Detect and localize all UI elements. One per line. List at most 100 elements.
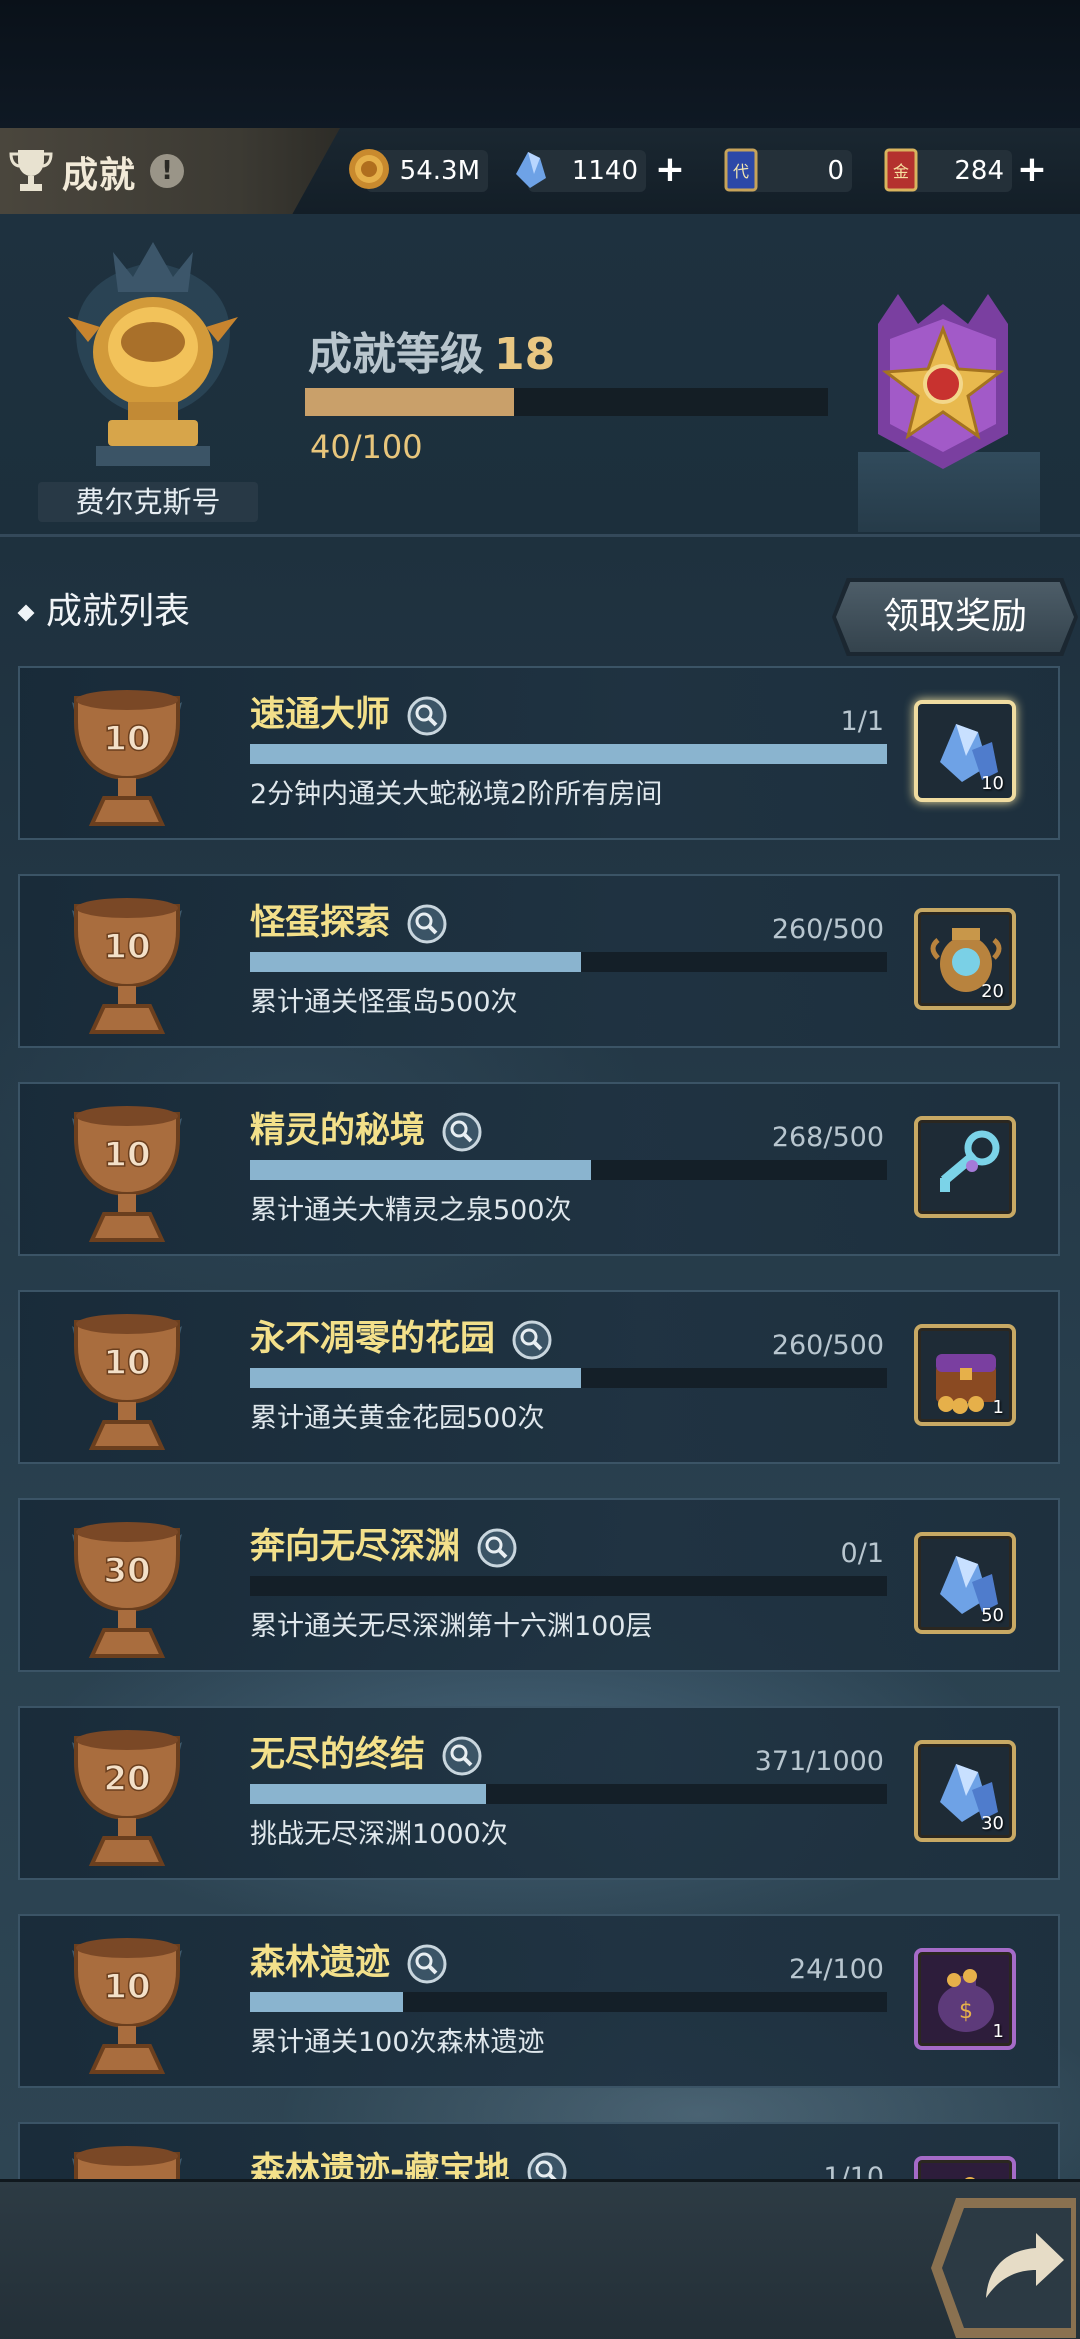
achievement-description: 2分钟内通关大蛇秘境2阶所有房间 (250, 779, 663, 810)
currency-gold: 54.3M (349, 149, 488, 192)
reward-quantity: 10 (981, 773, 1004, 794)
currency-crystal: 1140 (516, 150, 646, 192)
svg-text:10: 10 (103, 1135, 150, 1175)
magnifier-icon[interactable] (406, 695, 448, 737)
achievement-progress-bar (250, 952, 887, 972)
achievement-name-text: 精灵的秘境 (250, 1111, 426, 1151)
red-ticket-amount: 284 (954, 156, 1004, 186)
achievement-name: 森林遗迹 (250, 1934, 448, 1985)
magnifier-icon[interactable] (441, 1111, 483, 1153)
info-icon[interactable]: ! (150, 154, 184, 188)
crystal-amount: 1140 (571, 156, 638, 186)
achievement-card[interactable]: 10 永不凋零的花园 260/500 累计通关黄金花园500次 1 (18, 1290, 1060, 1464)
blue-ticket-icon: 代 (724, 148, 758, 192)
achievement-description: 累计通关100次森林遗迹 (250, 2027, 545, 2058)
achievement-card[interactable]: 30 奔向无尽深渊 0/1 累计通关无尽深渊第十六渊100层 50 (18, 1498, 1060, 1672)
reward-item[interactable]: 10 (914, 700, 1016, 802)
achievement-name: 奔向无尽深渊 (250, 1518, 518, 1569)
achievement-progress-bar (250, 1784, 887, 1804)
achievement-progress-fill (250, 1784, 487, 1804)
achievement-name-text: 无尽的终结 (250, 1735, 426, 1775)
magnifier-icon[interactable] (406, 1943, 448, 1985)
bronze-cup-icon: 10 (72, 1106, 182, 1242)
level-progress-text: 40/100 (310, 428, 423, 466)
level-number: 18 (494, 329, 556, 380)
achievement-name-text: 森林遗迹 (250, 1943, 391, 1983)
achievement-card[interactable]: 10 速通大师 1/1 2分钟内通关大蛇秘境2阶所有房间 10 (18, 666, 1060, 840)
reward-item[interactable]: 50 (914, 1532, 1016, 1634)
add-red-ticket-button[interactable]: + (1016, 152, 1048, 188)
magnifier-icon[interactable] (476, 1527, 518, 1569)
achievement-name: 速通大师 (250, 686, 448, 737)
svg-text:10: 10 (103, 927, 150, 967)
achievement-name-text: 奔向无尽深渊 (250, 1527, 461, 1567)
achievement-card[interactable]: 10 森林遗迹 24/100 累计通关100次森林遗迹 $ 1 (18, 1914, 1060, 2088)
achievement-card[interactable]: 10 怪蛋探索 260/500 累计通关怪蛋岛500次 20 (18, 874, 1060, 1048)
magnifier-icon[interactable] (406, 903, 448, 945)
gold-coin-icon (349, 149, 389, 189)
list-title-text: 成就列表 (46, 591, 191, 632)
achievement-progress-bar (250, 744, 887, 764)
achievement-count: 0/1 (840, 1538, 884, 1569)
achievement-count: 1/1 (840, 706, 884, 737)
magnifier-icon[interactable] (511, 1319, 553, 1361)
achievement-card[interactable]: 20 无尽的终结 371/1000 挑战无尽深渊1000次 30 (18, 1706, 1060, 1880)
back-arrow-button[interactable] (926, 2188, 1076, 2338)
achievement-description: 累计通关无尽深渊第十六渊100层 (250, 1611, 653, 1642)
claim-rewards-button[interactable]: 领取奖励 (836, 582, 1074, 652)
status-area (0, 0, 1080, 128)
achievement-progress-fill (250, 1368, 582, 1388)
reward-item[interactable]: 30 (914, 1740, 1016, 1842)
svg-text:10: 10 (103, 1967, 150, 2007)
bronze-cup-icon: 10 (72, 690, 182, 826)
badge-name: 费尔克斯号 (38, 482, 258, 522)
blue-ticket-amount: 0 (827, 156, 844, 186)
add-crystal-button[interactable]: + (654, 152, 686, 188)
level-progress-bar (305, 388, 828, 416)
bronze-cup-icon: 10 (72, 898, 182, 1034)
bottom-bar (0, 2179, 1080, 2339)
achievement-card[interactable]: 10 精灵的秘境 268/500 累计通关大精灵之泉500次 (18, 1082, 1060, 1256)
bronze-cup-icon: 10 (72, 1314, 182, 1450)
achievement-progress-fill (250, 952, 582, 972)
achievement-count: 260/500 (771, 1330, 884, 1361)
achievement-name-text: 永不凋零的花园 (250, 1319, 496, 1359)
achievement-description: 累计通关黄金花园500次 (250, 1403, 545, 1434)
svg-text:代: 代 (733, 162, 749, 181)
key-reward-icon (940, 1130, 1000, 1192)
achievement-name-text: 速通大师 (250, 695, 391, 735)
achievement-count: 24/100 (789, 1954, 884, 1985)
trophy-icon (9, 150, 53, 191)
achievement-progress-fill (250, 1992, 403, 2012)
bronze-cup-icon: 30 (72, 1522, 182, 1658)
currency-red-ticket: 金 284 (884, 148, 1012, 192)
achievement-description: 累计通关怪蛋岛500次 (250, 987, 518, 1018)
reward-quantity: 1 (992, 2021, 1004, 2042)
achievement-name-text: 怪蛋探索 (250, 903, 391, 943)
level-progress-fill (305, 388, 515, 416)
achievement-name: 精灵的秘境 (250, 1102, 483, 1153)
reward-item[interactable]: 1 (914, 1324, 1016, 1426)
reward-item[interactable] (914, 1116, 1016, 1218)
svg-text:20: 20 (103, 1759, 150, 1799)
trophy-badge-icon[interactable] (58, 232, 248, 472)
magnifier-icon[interactable] (441, 1735, 483, 1777)
bronze-cup-icon: 10 (72, 1938, 182, 2074)
achievement-count: 371/1000 (754, 1746, 884, 1777)
achievement-name: 怪蛋探索 (250, 894, 448, 945)
bronze-cup-icon: 20 (72, 1730, 182, 1866)
achievement-profile-panel: 费尔克斯号 成就等级 18 40/100 (0, 214, 1080, 537)
achievement-progress-fill (250, 744, 887, 764)
reward-item[interactable]: $ 1 (914, 1948, 1016, 2050)
svg-text:30: 30 (103, 1551, 150, 1591)
reward-item[interactable]: 20 (914, 908, 1016, 1010)
achievement-progress-bar (250, 1368, 887, 1388)
achievement-description: 累计通关大精灵之泉500次 (250, 1195, 572, 1226)
achievement-progress-bar (250, 1160, 887, 1180)
achievement-count: 260/500 (771, 914, 884, 945)
star-emblem-icon[interactable] (858, 284, 1028, 474)
svg-text:10: 10 (103, 719, 150, 759)
achievement-name: 无尽的终结 (250, 1726, 483, 1777)
achievement-progress-bar (250, 1992, 887, 2012)
reward-quantity: 50 (981, 1605, 1004, 1626)
